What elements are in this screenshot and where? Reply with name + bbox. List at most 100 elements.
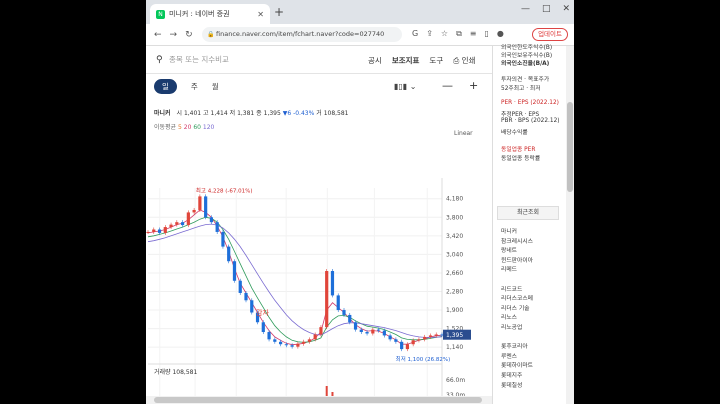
url-field[interactable]: 🔒 finance.naver.com/item/fchart.naver?co… [202,27,402,42]
recent-views-header[interactable]: 최근조회 [497,206,559,220]
tab-monthly[interactable]: 월 [212,81,219,92]
y-tick-label: 2,280 [446,289,463,296]
recent-item[interactable]: 롯후코리아 [501,341,528,350]
recent-item[interactable]: 롯데하이마트 [501,360,533,369]
profile-avatar-icon[interactable]: ● [497,29,504,39]
browser-window: N 미니커 : 네이버 증권 ✕ + — □ ✕ ← → ↻ 🔒 finance… [146,0,574,404]
recent-item[interactable]: 리노공업 [501,322,522,331]
sidepanel-icon[interactable]: ▯ [485,29,489,39]
recent-item[interactable]: 윈드판아이아 [501,255,533,264]
recent-item[interactable]: 리더스코스메 [501,293,533,302]
price-chart[interactable]: 4,1803,8003,4203,0402,6602,2801,9001,520… [146,136,492,404]
scrollbar-thumb[interactable] [567,102,573,192]
candle-body [434,334,438,336]
recent-item[interactable]: 리노스 [501,312,517,321]
lock-icon: 🔒 [207,31,215,38]
recent-item[interactable]: 마니커 [501,226,517,235]
volume-value: 108,581 [323,110,349,117]
tab-daily[interactable]: 일 [154,79,177,94]
recent-item[interactable]: 루멘스 [501,351,517,360]
candle-body [278,341,283,345]
browser-tab[interactable]: N 미니커 : 네이버 증권 ✕ [150,4,270,24]
tab-weekly[interactable]: 주 [191,81,198,92]
candle-body [267,332,271,340]
sidebar-sector-per: 동일업종 PER [501,147,536,153]
candle-body [423,336,427,340]
candle-body [353,322,358,330]
candle-body [169,224,173,228]
share-icon[interactable]: ⇪ [426,29,433,39]
ma-120-line [147,223,443,338]
sidebar-target-price: 투자의견 · 목표주가 [501,77,550,83]
forward-icon[interactable]: → [170,30,178,40]
plus-icon[interactable]: + [274,5,284,19]
candle-body [400,341,404,350]
candle-body [250,300,254,313]
vertical-scrollbar[interactable] [566,46,574,404]
minimize-button[interactable]: — [521,4,530,14]
candle-body [198,196,202,210]
close-tab-icon[interactable]: ✕ [257,10,264,19]
menu-indicators[interactable]: 보조지표 [392,55,420,66]
y-tick-label: 3,800 [446,214,463,221]
update-button[interactable]: 업데이트 [532,28,568,41]
high-annotation: 최고 4,228 (-67.01%) [196,186,253,194]
recent-item[interactable]: 리더스 기술 [501,303,530,312]
candle-body [428,335,433,337]
menu-tools[interactable]: 도구 [429,55,443,66]
search-placeholder: 종목 또는 지수비교 [168,55,229,64]
last-price-label: 1,395 [446,332,463,339]
recent-item[interactable]: 랑네트 [501,245,517,254]
zoom-out-button[interactable]: — [442,79,453,92]
candle-body [296,343,300,347]
sidebar-52w: 52주최고 · 최저 [501,86,541,92]
candle-body [348,314,352,323]
google-icon[interactable]: G [412,29,418,39]
reading-list-icon[interactable]: ≡ [470,29,477,39]
candle-body [382,330,386,336]
candle-body [405,344,410,350]
candle-body [232,261,237,281]
candle-body [261,322,265,333]
low-annotation: 최저 1,100 (26.82%) [396,355,451,363]
candlestick-type-icon[interactable]: ▮▯▮ ⌄ [394,82,416,91]
candle-body [319,327,323,335]
close-window-button[interactable]: ✕ [562,4,570,14]
recent-item[interactable]: 참크레시시스 [501,236,533,245]
zoom-in-button[interactable]: + [469,79,478,92]
reload-icon[interactable]: ↻ [185,30,193,40]
recent-item[interactable]: 리메드 [501,264,517,273]
horizontal-scrollbar[interactable] [146,396,492,404]
maximize-button[interactable]: □ [542,4,551,14]
period-toolbar: 일 주 월 ▮▯▮ ⌄ — + [146,76,492,98]
candle-body [204,196,208,218]
candle-body [290,345,294,347]
y-tick-label: 4,180 [446,196,463,203]
stock-search[interactable]: ⚲ 종목 또는 지수비교 [156,54,229,65]
menu-disclosure[interactable]: 공시 [368,55,382,66]
candle-body [163,227,167,233]
recent-item[interactable]: 롯데지주 [501,370,522,379]
zoom-controls: — + [442,79,478,92]
recent-item[interactable]: 롯데칠성 [501,380,522,389]
y-tick-label: 1,900 [446,307,463,314]
chart-top-toolbar: ⚲ 종목 또는 지수비교 공시 보조지표 도구 ⎙ 인쇄 [146,46,492,74]
recent-item[interactable]: 리드코드 [501,284,522,293]
low-price: 1,381 [237,110,255,117]
extensions-icon[interactable]: ⧉ [456,29,462,39]
open-price: 1,401 [183,110,202,117]
back-icon[interactable]: ← [154,30,162,40]
candle-body [365,332,369,334]
candle-body [221,231,225,247]
sidebar-dividend: 배당수익률 [501,130,528,136]
candle-body [313,334,317,340]
menu-print[interactable]: ⎙ 인쇄 [453,55,475,66]
candle-body [359,329,363,333]
bookmark-star-icon[interactable]: ☆ [441,29,448,39]
hscroll-thumb[interactable] [154,397,482,403]
candle-body [175,222,179,225]
tab-title: 미니커 : 네이버 증권 [169,10,230,18]
candle-body [388,335,392,340]
candle-body [209,217,214,223]
candle-body [307,339,312,342]
